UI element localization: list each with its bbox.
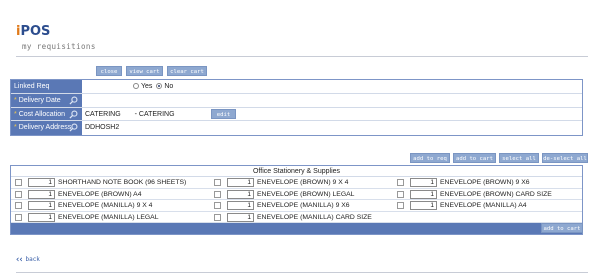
back-label: back <box>25 256 40 263</box>
item-checkbox[interactable] <box>214 179 221 186</box>
catalog-item: 1 ENEVELOPE (BROWN) 9 X6 <box>393 177 582 188</box>
add-to-cart-button[interactable]: add to cart <box>453 153 496 163</box>
linked-req-yes-label: Yes <box>141 83 153 90</box>
ipos-logo: iPOS <box>16 24 51 39</box>
magnifier-icon[interactable] <box>69 123 78 132</box>
item-quantity-input[interactable]: 1 <box>410 189 437 199</box>
catalog-item: 1 ENEVELOPE (MANILLA) LEGAL <box>11 212 210 223</box>
delivery-date-label: Delivery Date <box>18 96 61 104</box>
item-checkbox[interactable] <box>214 190 221 198</box>
item-quantity-input[interactable]: 1 <box>227 212 254 222</box>
linked-req-label: Linked Req <box>11 80 82 93</box>
select-all-button[interactable]: select all <box>499 153 539 163</box>
item-checkbox[interactable] <box>15 213 22 221</box>
magnifier-icon[interactable] <box>69 96 78 105</box>
magnifier-icon[interactable] <box>69 110 78 119</box>
linked-req-no-radio[interactable] <box>156 83 163 89</box>
delivery-date-row: * Delivery Date <box>11 93 582 108</box>
catalog-item: 1 ENEVELOPE (BROWN) CARD SIZE <box>393 189 582 200</box>
table-row: 1 ENEVELOPE (MANILLA) 9 X 4 1 ENEVELOPE … <box>11 200 582 212</box>
item-quantity-input[interactable]: 1 <box>227 189 254 199</box>
empty-cell <box>393 212 582 223</box>
table-row: 1 ENEVELOPE (MANILLA) LEGAL 1 ENEVELOPE … <box>11 212 582 223</box>
add-to-req-button[interactable]: add to req <box>410 153 450 163</box>
item-name: ENEVELOPE (MANILLA) A4 <box>440 202 527 209</box>
catalog-item: 1 ENEVELOPE (MANILLA) 9 X6 <box>210 200 393 211</box>
item-name: ENEVELOPE (BROWN) A4 <box>58 190 142 198</box>
double-chevron-left-icon: ‹‹ <box>15 255 24 265</box>
item-quantity-input[interactable]: 1 <box>410 178 437 187</box>
page-subtitle: my requisitions <box>22 42 96 51</box>
view-cart-button[interactable]: view cart <box>126 66 163 76</box>
cost-allocation-label: Cost Allocation <box>18 110 65 118</box>
item-quantity-input[interactable]: 1 <box>28 212 55 222</box>
cost-allocation-row: * Cost Allocation CATERING - CATERING ed… <box>11 107 582 122</box>
item-name: SHORTHAND NOTE BOOK (96 SHEETS) <box>58 179 187 186</box>
back-link[interactable]: ‹‹ back <box>15 255 40 265</box>
item-checkbox[interactable] <box>397 190 404 198</box>
item-quantity-input[interactable]: 1 <box>28 178 55 187</box>
header-divider <box>16 56 588 57</box>
cost-allocation-value: CATERING - CATERING edit <box>82 108 582 121</box>
item-checkbox[interactable] <box>214 202 221 209</box>
item-quantity-input[interactable]: 1 <box>410 201 437 210</box>
app-header: iPOS my requisitions <box>0 0 589 58</box>
catalog-item: 1 ENEVELOPE (BROWN) A4 <box>11 189 210 200</box>
item-name: ENEVELOPE (BROWN) 9 X6 <box>440 179 530 186</box>
footer-divider <box>16 272 588 273</box>
catalog-item: 1 ENEVELOPE (BROWN) 9 X 4 <box>210 177 393 188</box>
cost-allocation-code: CATERING <box>85 110 121 118</box>
item-name: ENEVELOPE (MANILLA) CARD SIZE <box>257 213 372 221</box>
item-name: ENEVELOPE (BROWN) 9 X 4 <box>257 179 349 186</box>
delivery-date-value[interactable] <box>82 94 582 107</box>
item-name: ENEVELOPE (MANILLA) 9 X 4 <box>58 202 153 209</box>
table-row: 1 ENEVELOPE (BROWN) A4 1 ENEVELOPE (BROW… <box>11 189 582 200</box>
clear-cart-button[interactable]: clear cart <box>167 66 207 76</box>
item-quantity-input[interactable]: 1 <box>227 178 254 187</box>
requisition-form: Linked Req Yes No * Delivery Date * Cost… <box>10 79 583 137</box>
catalog-items-table: Office Stationery & Supplies 1 SHORTHAND… <box>10 165 583 235</box>
close-button[interactable]: close <box>96 66 122 76</box>
edit-cost-allocation-button[interactable]: edit <box>211 108 236 119</box>
cost-allocation-name: - CATERING <box>134 110 175 118</box>
item-checkbox[interactable] <box>15 179 22 186</box>
item-checkbox[interactable] <box>15 202 22 209</box>
delivery-address-row: * Delivery Address DDHOSH2 <box>11 121 582 136</box>
catalog-footer: add to cart <box>11 223 583 234</box>
catalog-item: 1 ENEVELOPE (MANILLA) 9 X 4 <box>11 200 210 211</box>
delivery-date-label-cell: * Delivery Date <box>11 93 82 107</box>
item-name: ENEVELOPE (MANILLA) 9 X6 <box>257 202 350 209</box>
item-quantity-input[interactable]: 1 <box>227 201 254 210</box>
item-quantity-input[interactable]: 1 <box>28 189 55 199</box>
linked-req-options: Yes No <box>82 80 582 93</box>
table-row: 1 SHORTHAND NOTE BOOK (96 SHEETS) 1 ENEV… <box>11 177 582 189</box>
catalog-item: 1 ENEVELOPE (BROWN) LEGAL <box>210 189 393 200</box>
catalog-category-title: Office Stationery & Supplies <box>11 166 582 177</box>
linked-req-yes-radio[interactable] <box>133 83 139 89</box>
delivery-address-label: Delivery Address <box>18 124 72 132</box>
deselect-all-button[interactable]: de-select all <box>542 153 588 163</box>
item-checkbox[interactable] <box>214 213 221 221</box>
delivery-address-value: DDHOSH2 <box>85 124 120 132</box>
footer-add-to-cart-button[interactable]: add to cart <box>541 223 583 233</box>
cost-allocation-label-cell: * Cost Allocation <box>11 107 82 121</box>
catalog-item: 1 SHORTHAND NOTE BOOK (96 SHEETS) <box>11 177 210 188</box>
linked-req-row: Linked Req Yes No <box>11 80 582 94</box>
item-checkbox[interactable] <box>397 179 404 186</box>
item-name: ENEVELOPE (MANILLA) LEGAL <box>58 213 159 221</box>
catalog-item: 1 ENEVELOPE (MANILLA) A4 <box>393 200 582 211</box>
linked-req-no-label: No <box>164 83 174 90</box>
item-checkbox[interactable] <box>397 202 404 209</box>
item-name: ENEVELOPE (BROWN) LEGAL <box>257 190 355 198</box>
catalog-item: 1 ENEVELOPE (MANILLA) CARD SIZE <box>210 212 393 223</box>
item-checkbox[interactable] <box>15 190 22 198</box>
delivery-address-label-cell: * Delivery Address <box>11 121 82 136</box>
item-quantity-input[interactable]: 1 <box>28 201 55 210</box>
item-name: ENEVELOPE (BROWN) CARD SIZE <box>440 190 552 198</box>
